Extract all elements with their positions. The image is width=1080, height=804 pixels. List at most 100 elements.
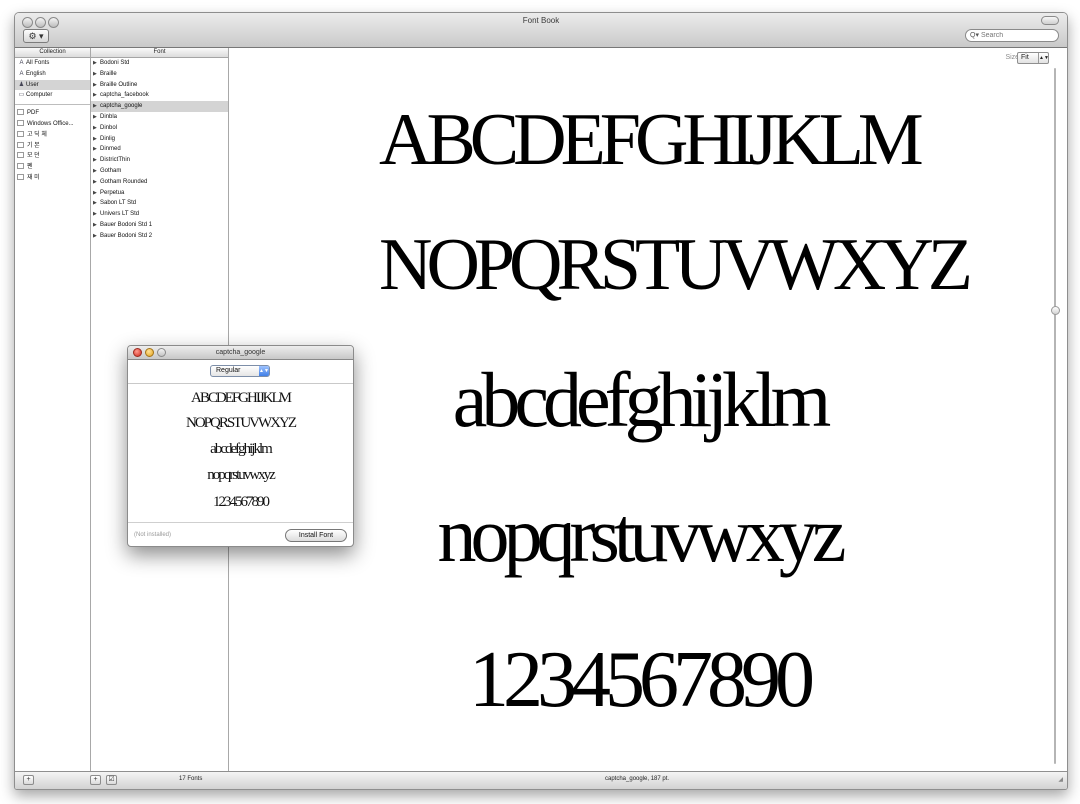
collection-label: English <box>26 70 46 77</box>
disclosure-triangle-icon[interactable]: ▶ <box>93 58 100 69</box>
popup-arrows-icon: ▲▼ <box>1038 53 1049 63</box>
collection-group-item[interactable]: Windows Office... <box>15 119 90 130</box>
disclosure-triangle-icon[interactable]: ▶ <box>93 112 100 123</box>
bottom-bar: + + ☑ 17 Fonts captcha_google, 187 pt. ◢ <box>15 771 1067 789</box>
collection-group-label: Windows Office... <box>27 120 74 127</box>
folder-icon <box>17 109 24 116</box>
font-preview-pane: Size: Fit ▲▼ ABCDEFGHIJKLM NOPQRSTUVWXYZ … <box>229 48 1067 772</box>
disclosure-triangle-icon[interactable]: ▶ <box>93 144 100 155</box>
collection-group-label: PDF <box>27 110 39 117</box>
font-list-item[interactable]: ▶ Braille <box>91 69 228 80</box>
font-list-item[interactable]: ▶ Gotham <box>91 166 228 177</box>
font-name: Bodoni Std <box>100 60 130 66</box>
collection-group-item[interactable]: 고 딕 체 <box>15 130 90 141</box>
disclosure-triangle-icon[interactable]: ▶ <box>93 220 100 231</box>
disclosure-triangle-icon[interactable]: ▶ <box>93 101 100 112</box>
font-list-item[interactable]: ▶ Univers LT Std <box>91 209 228 220</box>
font-list-item[interactable]: ▶ Dinbol <box>91 123 228 134</box>
font-list-item[interactable]: ▶ Dinlig <box>91 134 228 145</box>
collection-divider <box>15 104 90 106</box>
panel-zoom-button[interactable] <box>157 348 166 357</box>
collection-group-item[interactable]: 재 미 <box>15 173 90 184</box>
collection-header[interactable]: Collection <box>15 48 90 58</box>
disclosure-triangle-icon[interactable]: ▶ <box>93 209 100 220</box>
preview-status: captcha_google, 187 pt. <box>605 776 670 782</box>
font-list-item[interactable]: ▶ DistrictThin <box>91 155 228 166</box>
font-name: Dinlig <box>100 135 116 142</box>
popup-arrows-icon: ▲▼ <box>259 366 269 376</box>
disclosure-triangle-icon[interactable]: ▶ <box>93 80 100 91</box>
font-list-item[interactable]: ▶ Braille Outline <box>91 80 228 91</box>
disclosure-triangle-icon[interactable]: ▶ <box>93 231 100 242</box>
add-font-button[interactable]: + <box>90 775 101 785</box>
disclosure-triangle-icon[interactable]: ▶ <box>93 123 100 134</box>
font-list-item[interactable]: ▶ Bodoni Std <box>91 58 228 69</box>
font-list-item[interactable]: ▶ Dinmed <box>91 144 228 155</box>
panel-sample-uppercase-n-z: NOPQRSTUVWXYZ <box>186 415 297 431</box>
font-list-item[interactable]: ▶ Gotham Rounded <box>91 177 228 188</box>
font-list-item[interactable]: ▶ captcha_facebook <box>91 90 228 101</box>
preview-digits: 1234567890 <box>469 636 815 724</box>
font-list-item[interactable]: ▶ Bauer Bodoni Std 2 <box>91 231 228 242</box>
collection-group-label: 모 던 <box>27 153 40 160</box>
font-list-item[interactable]: ▶ Perpetua <box>91 188 228 199</box>
font-list-item-selected[interactable]: ▶ captcha_google <box>91 101 228 112</box>
disclosure-triangle-icon[interactable]: ▶ <box>93 188 100 199</box>
collection-item-all-fonts[interactable]: A All Fonts <box>15 58 90 69</box>
size-slider-track[interactable] <box>1054 68 1056 764</box>
disclosure-triangle-icon[interactable]: ▶ <box>93 134 100 145</box>
font-name: Gotham Rounded <box>100 178 148 185</box>
collection-group-item[interactable]: PDF <box>15 108 90 119</box>
panel-title: captcha_google <box>215 349 266 356</box>
panel-close-button[interactable] <box>133 348 142 357</box>
size-popup[interactable]: Fit ▲▼ <box>1017 52 1049 64</box>
panel-sample-lowercase-a-m: abcdefghijklm <box>210 441 273 457</box>
font-name: Dinbla <box>100 113 118 120</box>
folder-icon <box>17 163 24 170</box>
collection-group-label: 재 미 <box>27 174 40 181</box>
collection-group-item[interactable]: 모 던 <box>15 151 90 162</box>
font-name: Braille <box>100 70 117 77</box>
disclosure-triangle-icon[interactable]: ▶ <box>93 198 100 209</box>
panel-title-bar: captcha_google <box>128 346 353 360</box>
disclosure-triangle-icon[interactable]: ▶ <box>93 69 100 80</box>
folder-icon <box>17 152 24 159</box>
title-bar: Font Book ⚙ ▾ Q▾ <box>15 13 1067 48</box>
collection-label: Computer <box>26 92 53 99</box>
panel-divider <box>128 383 353 384</box>
font-count: 17 Fonts <box>179 776 203 782</box>
folder-icon <box>17 119 24 126</box>
resize-grip-icon[interactable]: ◢ <box>1058 776 1063 783</box>
collection-group-item[interactable]: 기 본 <box>15 141 90 152</box>
toolbar-toggle-button[interactable] <box>1041 16 1059 25</box>
action-menu-button[interactable]: ⚙ ▾ <box>23 29 49 43</box>
collection-group-item[interactable]: 펜 <box>15 162 90 173</box>
disclosure-triangle-icon[interactable]: ▶ <box>93 155 100 166</box>
size-slider-knob[interactable] <box>1051 306 1060 315</box>
font-name: Perpetua <box>100 189 125 196</box>
font-list-item[interactable]: ▶ Dinbla <box>91 112 228 123</box>
disclosure-triangle-icon[interactable]: ▶ <box>93 166 100 177</box>
collection-item-english[interactable]: A English <box>15 69 90 80</box>
preview-lowercase-a-m: abcdefghijklm <box>452 356 832 443</box>
collection-item-computer[interactable]: ▭ Computer <box>15 90 90 101</box>
install-font-button[interactable]: Install Font <box>285 529 347 542</box>
font-name: Gotham <box>100 167 122 174</box>
panel-minimize-button[interactable] <box>145 348 154 357</box>
search-input[interactable] <box>980 32 1045 39</box>
user-icon: ♟ <box>18 81 25 88</box>
disclosure-triangle-icon[interactable]: ▶ <box>93 90 100 101</box>
search-field[interactable]: Q▾ <box>965 29 1059 42</box>
folder-icon <box>17 173 24 180</box>
add-collection-button[interactable]: + <box>23 775 34 785</box>
font-list-item[interactable]: ▶ Bauer Bodoni Std 1 <box>91 220 228 231</box>
collection-item-user[interactable]: ♟ User <box>15 79 90 91</box>
style-popup[interactable]: Regular ▲▼ <box>210 365 270 377</box>
collection-group-label: 기 본 <box>27 142 40 149</box>
enable-disable-checkbox-icon[interactable]: ☑ <box>106 775 117 785</box>
font-list-item[interactable]: ▶ Sabon LT Std <box>91 198 228 209</box>
disclosure-triangle-icon[interactable]: ▶ <box>93 177 100 188</box>
font-collection-icon: A <box>19 60 24 66</box>
font-header[interactable]: Font <box>91 48 228 58</box>
window-title: Font Book <box>522 16 560 25</box>
